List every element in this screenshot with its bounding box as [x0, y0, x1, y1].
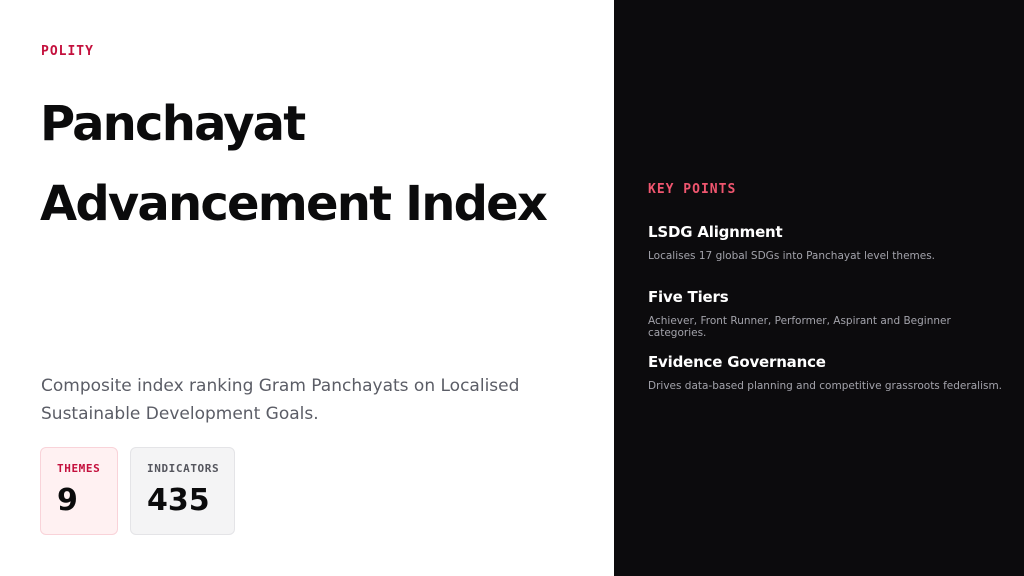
key-point-title: Five Tiers: [648, 288, 729, 306]
key-point-desc: Localises 17 global SDGs into Panchayat …: [648, 250, 936, 262]
key-point-item: Five Tiers Achiever, Front Runner, Perfo…: [648, 288, 1008, 339]
key-point-title: Evidence Governance: [648, 353, 826, 371]
slide: POLITY Panchayat Advancement Index Compo…: [0, 0, 1024, 576]
title-line-1: Panchayat: [40, 96, 306, 152]
key-point-desc: Achiever, Front Runner, Performer, Aspir…: [648, 315, 951, 339]
stat-card-indicators: INDICATORS 435: [130, 447, 235, 535]
stat-value: 435: [147, 483, 210, 518]
stat-card-themes: THEMES 9: [40, 447, 118, 535]
summary-text: Composite index ranking Gram Panchayats …: [41, 376, 520, 424]
stat-label: INDICATORS: [147, 462, 220, 475]
key-point-item: Evidence Governance Drives data-based pl…: [648, 353, 1008, 392]
key-point-item: LSDG Alignment Localises 17 global SDGs …: [648, 223, 1008, 262]
stat-value: 9: [57, 483, 78, 518]
stat-label: THEMES: [57, 462, 101, 475]
category-label: POLITY: [41, 44, 94, 59]
key-points-heading: KEY POINTS: [648, 182, 737, 197]
title-line-2: Advancement Index: [40, 176, 548, 232]
key-point-desc: Drives data-based planning and competiti…: [648, 380, 1003, 392]
left-panel: POLITY Panchayat Advancement Index Compo…: [0, 0, 614, 576]
page-title: Panchayat Advancement Index: [40, 84, 600, 244]
key-point-title: LSDG Alignment: [648, 223, 783, 241]
